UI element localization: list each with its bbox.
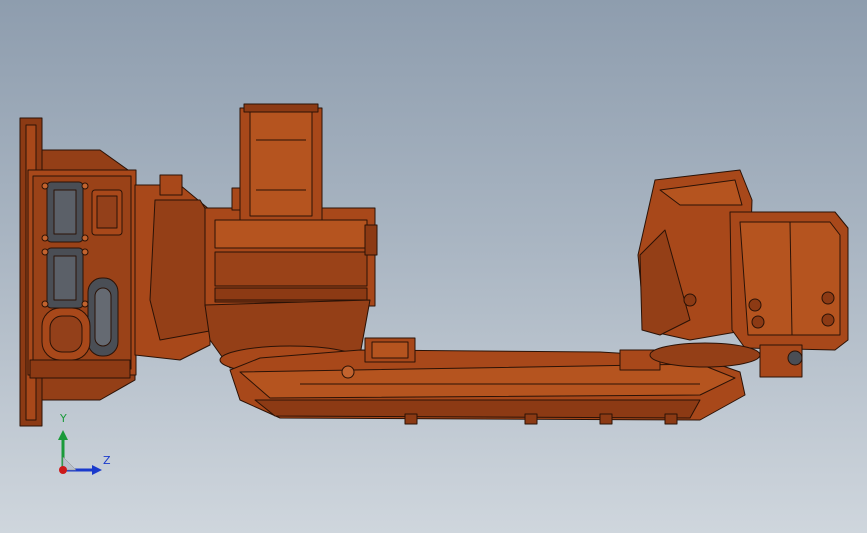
- axis-triad: Y Z: [48, 410, 118, 480]
- y-axis-label: Y: [60, 412, 67, 425]
- wrist-housing: [637, 169, 849, 378]
- y-arrow-head: [58, 430, 68, 440]
- z-axis-label: Z: [103, 454, 111, 467]
- base-mounting-plate: [19, 117, 137, 427]
- z-arrow-head: [92, 465, 102, 475]
- robot-arm-model[interactable]: [0, 0, 867, 533]
- cad-viewport[interactable]: Y Z: [0, 0, 867, 533]
- origin-dot: [59, 466, 67, 474]
- shoulder-housing: [134, 103, 378, 375]
